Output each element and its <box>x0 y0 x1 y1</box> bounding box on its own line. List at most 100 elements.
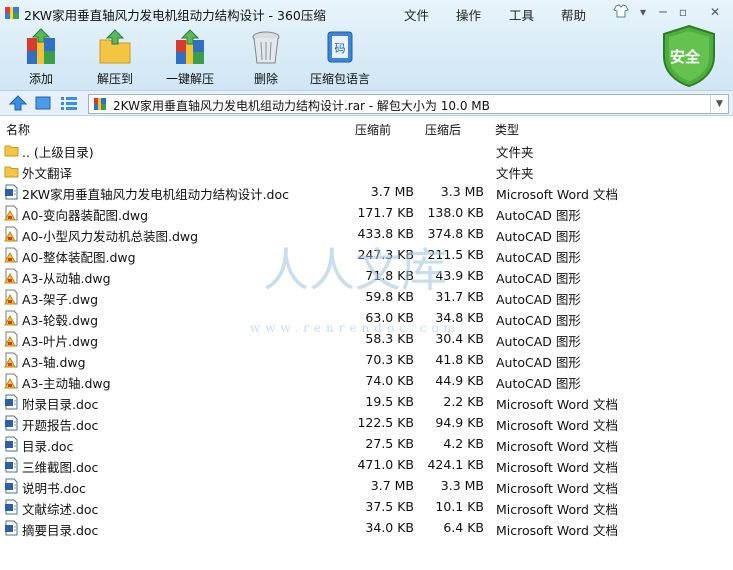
skin-icon[interactable] <box>611 4 631 20</box>
address-bar: 2KW家用垂直轴风力发电机组动力结构设计.rar - 解包大小为 10.0 MB… <box>0 90 733 116</box>
path-dropdown-icon[interactable]: ▼ <box>710 95 728 113</box>
file-size-before: 122.5 KB <box>357 415 414 430</box>
file-row[interactable]: 摘要目录.doc 34.0 KB 6.4 KB Microsoft Word 文档 <box>0 517 733 538</box>
file-row[interactable]: A3-叶片.dwg 58.3 KB 30.4 KB AutoCAD 图形 <box>0 328 733 349</box>
maximize-icon[interactable]: ▫ <box>673 4 693 20</box>
file-row[interactable]: 开题报告.doc 122.5 KB 94.9 KB Microsoft Word 文档 <box>0 412 733 433</box>
word-doc-icon <box>4 184 19 200</box>
file-size-before: 74.0 KB <box>365 373 414 388</box>
file-row[interactable]: A3-架子.dwg 59.8 KB 31.7 KB AutoCAD 图形 <box>0 286 733 307</box>
language-button[interactable]: 码 压缩包语言 <box>308 28 372 87</box>
file-name: 附录目录.doc <box>22 397 99 412</box>
file-row[interactable]: 目录.doc 27.5 KB 4.2 KB Microsoft Word 文档 <box>0 433 733 454</box>
file-row[interactable]: A3-轮毂.dwg 63.0 KB 34.8 KB AutoCAD 图形 <box>0 307 733 328</box>
delete-button[interactable]: 删除 <box>246 28 286 87</box>
delete-label: 删除 <box>253 72 278 86</box>
file-size-before: 71.8 KB <box>365 268 414 283</box>
file-type: Microsoft Word 文档 <box>496 418 618 433</box>
word-doc-icon <box>4 415 19 431</box>
file-row[interactable]: 三维截图.doc 471.0 KB 424.1 KB Microsoft Word 文… <box>0 454 733 475</box>
one-click-extract-icon <box>176 29 204 64</box>
word-doc-icon <box>4 499 19 515</box>
file-row[interactable]: 外文翻译 文件夹 <box>0 160 733 181</box>
word-doc-icon <box>4 436 19 452</box>
file-row[interactable]: A3-从动轴.dwg 71.8 KB 43.9 KB AutoCAD 图形 <box>0 265 733 286</box>
file-size-after: 10.1 KB <box>435 499 484 514</box>
minimize-icon[interactable]: ─ <box>653 4 673 20</box>
file-size-before: 171.7 KB <box>357 205 414 220</box>
file-row[interactable]: A0-整体装配图.dwg 247.3 KB 211.5 KB AutoCAD 图形 <box>0 244 733 265</box>
file-type: AutoCAD 图形 <box>496 355 581 370</box>
large-icon-view-icon[interactable] <box>34 95 52 111</box>
path-field[interactable]: 2KW家用垂直轴风力发电机组动力结构设计.rar - 解包大小为 10.0 MB… <box>88 94 729 114</box>
file-size-after: 6.4 KB <box>443 520 484 535</box>
file-row[interactable]: 文献综述.doc 37.5 KB 10.1 KB Microsoft Word 文档 <box>0 496 733 517</box>
column-after[interactable]: 压缩后 <box>425 121 461 138</box>
window-title: 2KW家用垂直轴风力发电机组动力结构设计 - 360压缩 <box>24 8 326 23</box>
menu-tools[interactable]: 工具 <box>509 5 534 24</box>
file-name: 2KW家用垂直轴风力发电机组动力结构设计.doc <box>22 187 289 202</box>
one-click-extract-label: 一键解压 <box>165 72 214 86</box>
autocad-file-icon <box>4 226 19 242</box>
file-size-after: 374.8 KB <box>427 226 484 241</box>
file-name: 开题报告.doc <box>22 418 99 433</box>
autocad-file-icon <box>4 331 19 347</box>
file-size-before: 19.5 KB <box>365 394 414 409</box>
column-header: 名称 压缩前 压缩后 类型 <box>0 118 733 138</box>
file-size-after: 30.4 KB <box>435 331 484 346</box>
file-type: AutoCAD 图形 <box>496 271 581 286</box>
file-size-after: 4.2 KB <box>443 436 484 451</box>
menu-operate[interactable]: 操作 <box>456 5 481 24</box>
file-name: A0-小型风力发动机总装图.dwg <box>22 229 199 244</box>
path-text: 2KW家用垂直轴风力发电机组动力结构设计.rar - 解包大小为 10.0 MB <box>113 99 490 113</box>
file-name: A0-整体装配图.dwg <box>22 250 136 265</box>
file-size-after: 34.8 KB <box>435 310 484 325</box>
file-size-before: 247.3 KB <box>357 247 414 262</box>
autocad-file-icon <box>4 205 19 221</box>
menu-file[interactable]: 文件 <box>404 5 429 24</box>
column-type[interactable]: 类型 <box>495 121 519 138</box>
archive-icon <box>94 98 106 110</box>
file-name: A0-变向器装配图.dwg <box>22 208 149 223</box>
file-type: Microsoft Word 文档 <box>496 187 618 202</box>
extract-to-button[interactable]: 解压到 <box>92 28 138 87</box>
file-name: A3-叶片.dwg <box>22 334 99 349</box>
file-size-before: 59.8 KB <box>365 289 414 304</box>
word-doc-icon <box>4 478 19 494</box>
file-size-before: 63.0 KB <box>365 310 414 325</box>
add-button[interactable]: 添加 <box>20 28 62 87</box>
file-type: AutoCAD 图形 <box>496 334 581 349</box>
menu-icon[interactable]: ▾ <box>633 4 653 20</box>
file-type: AutoCAD 图形 <box>496 292 581 307</box>
close-icon[interactable]: ✕ <box>705 4 725 20</box>
autocad-file-icon <box>4 373 19 389</box>
file-type: AutoCAD 图形 <box>496 208 581 223</box>
file-type: Microsoft Word 文档 <box>496 523 618 538</box>
extract-to-label: 解压到 <box>96 72 133 86</box>
add-icon <box>27 28 55 64</box>
file-row[interactable]: 附录目录.doc 19.5 KB 2.2 KB Microsoft Word 文档 <box>0 391 733 412</box>
file-name: 摘要目录.doc <box>22 523 99 538</box>
security-shield-button[interactable]: 安全 <box>660 24 718 88</box>
file-row[interactable]: 说明书.doc 3.7 MB 3.3 MB Microsoft Word 文档 <box>0 475 733 496</box>
up-arrow-icon[interactable] <box>9 95 27 111</box>
file-row[interactable]: A3-主动轴.dwg 74.0 KB 44.9 KB AutoCAD 图形 <box>0 370 733 391</box>
one-click-extract-button[interactable]: 一键解压 <box>163 28 217 87</box>
file-size-before: 58.3 KB <box>365 331 414 346</box>
security-label: 安全 <box>670 48 701 66</box>
column-name[interactable]: 名称 <box>6 121 30 138</box>
file-row[interactable]: A0-变向器装配图.dwg 171.7 KB 138.0 KB AutoCAD 图形 <box>0 202 733 223</box>
file-size-before: 70.3 KB <box>365 352 414 367</box>
file-size-before: 27.5 KB <box>365 436 414 451</box>
file-row[interactable]: A3-轴.dwg 70.3 KB 41.8 KB AutoCAD 图形 <box>0 349 733 370</box>
word-doc-icon <box>4 394 19 410</box>
menu-help[interactable]: 帮助 <box>561 5 586 24</box>
file-name: A3-轮毂.dwg <box>22 313 99 328</box>
file-size-after: 94.9 KB <box>435 415 484 430</box>
file-row[interactable]: .. (上级目录) 文件夹 <box>0 139 733 160</box>
file-row[interactable]: A0-小型风力发动机总装图.dwg 433.8 KB 374.8 KB AutoCAD… <box>0 223 733 244</box>
list-view-icon[interactable] <box>60 95 78 111</box>
column-before[interactable]: 压缩前 <box>355 121 391 138</box>
file-type: Microsoft Word 文档 <box>496 502 618 517</box>
file-row[interactable]: 2KW家用垂直轴风力发电机组动力结构设计.doc 3.7 MB 3.3 MB Micr… <box>0 181 733 202</box>
